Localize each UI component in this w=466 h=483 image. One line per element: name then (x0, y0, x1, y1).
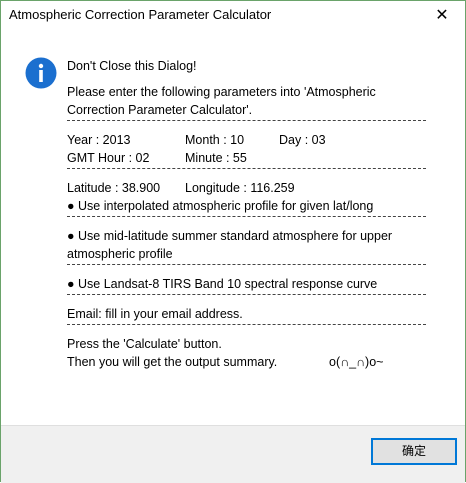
ok-button[interactable]: 确定 (371, 438, 457, 465)
location-row: Latitude : 38.900 Longitude : 116.259 (67, 179, 439, 197)
gmt-hour-value: GMT Hour : 02 (67, 151, 150, 165)
response-curve-option: ● Use Landsat-8 TIRS Band 10 spectral re… (67, 277, 378, 291)
separator (67, 216, 426, 227)
separator (67, 294, 426, 305)
message-heading: Don't Close this Dialog! (67, 59, 197, 73)
separator (67, 120, 426, 131)
atmosphere-line-2: atmospheric profile (67, 247, 173, 261)
latitude-value: Latitude : 38.900 (67, 181, 161, 195)
message-text: Don't Close this Dialog! Please enter th… (67, 57, 439, 371)
month-value: Month : 10 (185, 133, 245, 147)
close-icon: ✕ (435, 7, 449, 24)
time-row: GMT Hour : 02 Minute : 55 (67, 149, 439, 167)
window-title: Atmospheric Correction Parameter Calcula… (9, 7, 272, 22)
title-bar[interactable]: Atmospheric Correction Parameter Calcula… (1, 1, 465, 31)
day-value: Day : 03 (279, 133, 326, 147)
press-instruction: Press the 'Calculate' button. (67, 337, 222, 351)
button-bar: 确定 (1, 425, 465, 483)
longitude-value: Longitude : 116.259 (185, 181, 295, 195)
output-instruction: Then you will get the output summary. (67, 355, 278, 369)
profile-option: ● Use interpolated atmospheric profile f… (67, 199, 374, 213)
intro-line-2: Correction Parameter Calculator'. (67, 103, 253, 117)
separator (67, 168, 426, 179)
separator (67, 264, 426, 275)
email-instruction: Email: fill in your email address. (67, 307, 243, 321)
separator (67, 324, 426, 335)
dialog-window: Atmospheric Correction Parameter Calcula… (0, 0, 466, 483)
year-value: Year : 2013 (67, 133, 131, 147)
dialog-content: Don't Close this Dialog! Please enter th… (1, 31, 465, 425)
output-instruction-row: Then you will get the output summary. o(∩… (67, 353, 439, 371)
date-row: Year : 2013 Month : 10 Day : 03 (67, 131, 439, 149)
intro-line-1: Please enter the following parameters in… (67, 85, 376, 99)
minute-value: Minute : 55 (185, 151, 247, 165)
info-icon (25, 57, 57, 89)
emoticon: o(∩_∩)o~ (329, 355, 384, 369)
close-button[interactable]: ✕ (419, 1, 465, 31)
atmosphere-line-1: ● Use mid-latitude summer standard atmos… (67, 229, 393, 243)
